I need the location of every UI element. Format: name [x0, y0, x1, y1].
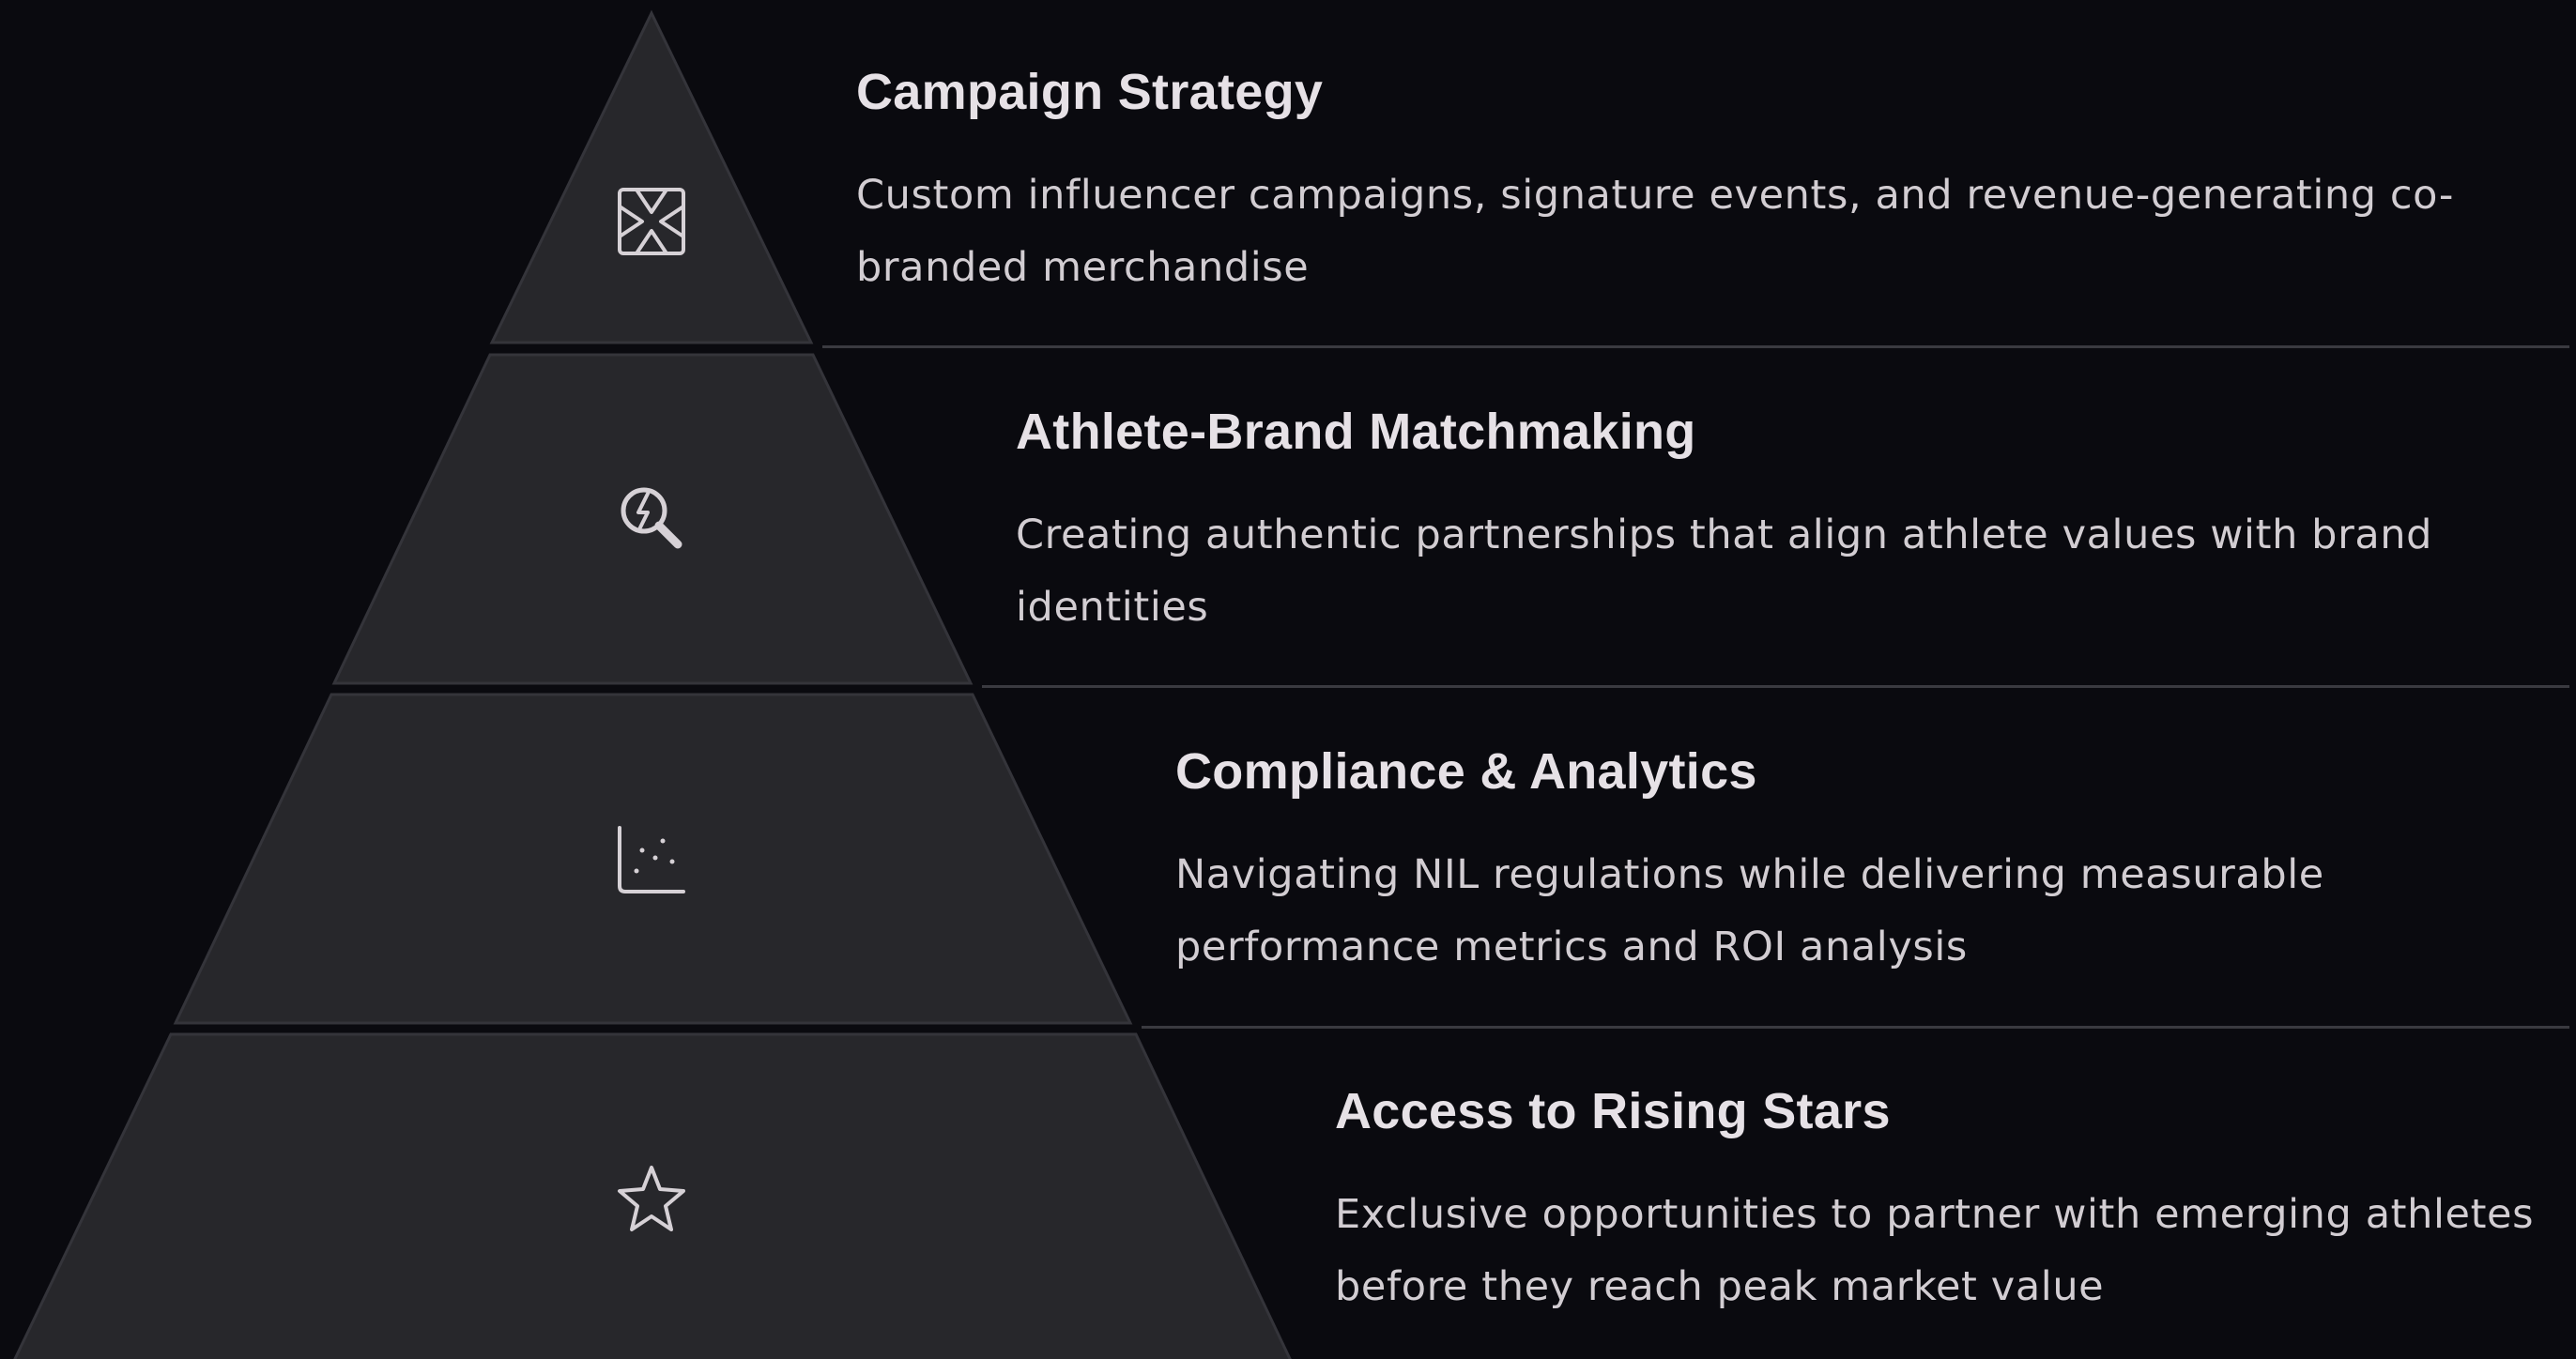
tier-description: Exclusive opportunities to partner with … [1335, 1191, 2535, 1310]
tier-title: Athlete-Brand Matchmaking [1016, 404, 1696, 460]
tier-campaign-strategy: Campaign Strategy Custom influencer camp… [856, 64, 2538, 304]
tier-description: Navigating NIL regulations while deliver… [1175, 851, 2324, 970]
tier-divider [1142, 1026, 2569, 1029]
star-icon [614, 1162, 689, 1237]
pyramid-diagram: Campaign Strategy Custom influencer camp… [0, 0, 2576, 1359]
tier-title: Campaign Strategy [856, 64, 1324, 120]
tier-compliance-analytics: Compliance & Analytics Navigating NIL re… [1175, 743, 2538, 984]
tier-description: Creating authentic partnerships that ali… [1016, 512, 2433, 631]
tier-athlete-brand-matchmaking: Athlete-Brand Matchmaking Creating authe… [1016, 404, 2538, 644]
tier-divider [822, 345, 2569, 348]
tier-campaign-strategy-shape [489, 9, 814, 344]
scatter-chart-icon [614, 822, 689, 897]
frame-arrows-icon [614, 184, 689, 259]
tier-access-rising-stars: Access to Rising Stars Exclusive opportu… [1335, 1083, 2538, 1323]
tier-divider [982, 685, 2569, 688]
tier-description: Custom influencer campaigns, signature e… [856, 172, 2454, 291]
search-bolt-icon [614, 481, 689, 556]
tier-title: Compliance & Analytics [1175, 743, 1757, 800]
tier-title: Access to Rising Stars [1335, 1083, 1891, 1139]
